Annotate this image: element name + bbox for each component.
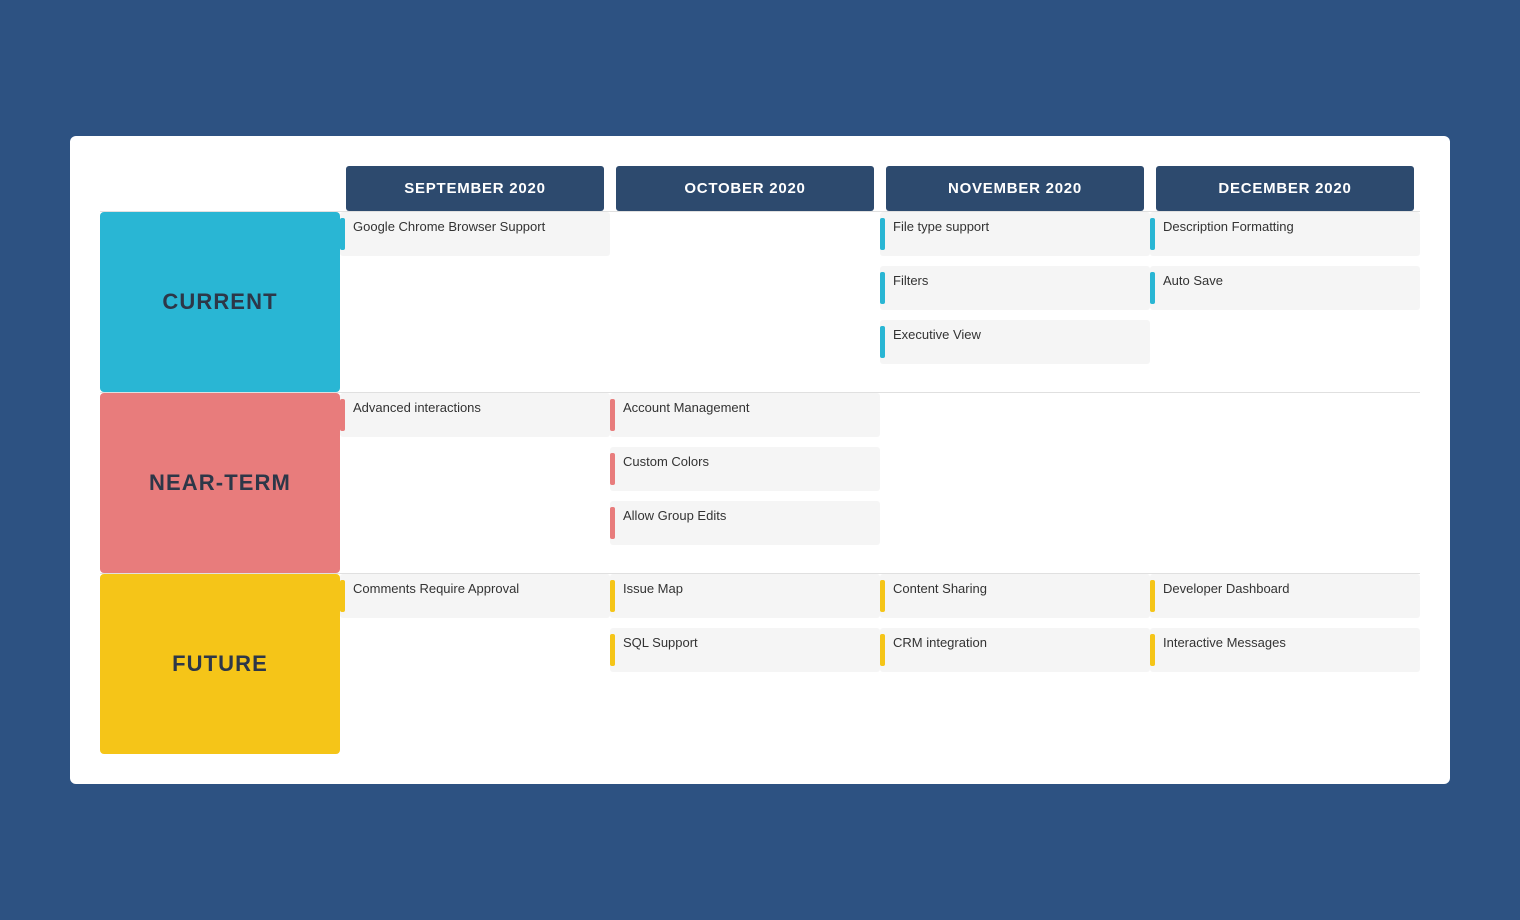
label-cell-current: CURRENT [100, 212, 340, 393]
items-cell-current-col2: File type support Filters Executive View [880, 212, 1150, 393]
items-cell-current-col1 [610, 212, 880, 393]
feature-bar-indicator [610, 399, 615, 431]
feature-label: Custom Colors [623, 453, 709, 471]
list-item: Advanced interactions [340, 393, 610, 437]
feature-bar-indicator [340, 580, 345, 612]
label-cell-future: FUTURE [100, 574, 340, 755]
label-box-near-term: NEAR-TERM [100, 393, 340, 573]
items-cell-near-term-col3 [1150, 393, 1420, 574]
label-box-future: FUTURE [100, 574, 340, 754]
feature-bar-indicator [880, 580, 885, 612]
feature-bar-indicator [880, 272, 885, 304]
feature-label: Advanced interactions [353, 399, 481, 417]
row-future: FUTURE Comments Require Approval Issue Map… [100, 574, 1420, 755]
list-item: Issue Map [610, 574, 880, 618]
row-current: CURRENT Google Chrome Browser Support File… [100, 212, 1420, 393]
label-cell-near-term: NEAR-TERM [100, 393, 340, 574]
list-item: File type support [880, 212, 1150, 256]
feature-bar-indicator [1150, 272, 1155, 304]
items-cell-near-term-col1: Account Management Custom Colors Allow Gro… [610, 393, 880, 574]
feature-label: SQL Support [623, 634, 698, 652]
outer-container: SEPTEMBER 2020 OCTOBER 2020 NOVEMBER 202… [40, 106, 1480, 814]
roadmap-table: SEPTEMBER 2020 OCTOBER 2020 NOVEMBER 202… [100, 166, 1420, 754]
feature-bar-indicator [340, 399, 345, 431]
month-col-oct: OCTOBER 2020 [610, 166, 880, 212]
feature-bar-indicator [1150, 580, 1155, 612]
list-item: Comments Require Approval [340, 574, 610, 618]
list-item: Account Management [610, 393, 880, 437]
list-item: Content Sharing [880, 574, 1150, 618]
feature-bar-indicator [610, 453, 615, 485]
items-cell-future-col0: Comments Require Approval [340, 574, 610, 755]
list-item: Google Chrome Browser Support [340, 212, 610, 256]
list-item: Allow Group Edits [610, 501, 880, 545]
items-cell-near-term-col0: Advanced interactions [340, 393, 610, 574]
roadmap-card: SEPTEMBER 2020 OCTOBER 2020 NOVEMBER 202… [70, 136, 1450, 784]
feature-label: Filters [893, 272, 928, 290]
feature-label: Account Management [623, 399, 749, 417]
month-col-sep: SEPTEMBER 2020 [340, 166, 610, 212]
items-cell-future-col2: Content Sharing CRM integration [880, 574, 1150, 755]
list-item: SQL Support [610, 628, 880, 672]
month-col-dec: DECEMBER 2020 [1150, 166, 1420, 212]
feature-label: Content Sharing [893, 580, 987, 598]
feature-bar-indicator [880, 326, 885, 358]
label-box-current: CURRENT [100, 212, 340, 392]
items-cell-near-term-col2 [880, 393, 1150, 574]
feature-label: File type support [893, 218, 989, 236]
feature-bar-indicator [340, 218, 345, 250]
feature-bar-indicator [880, 218, 885, 250]
items-cell-current-col0: Google Chrome Browser Support [340, 212, 610, 393]
list-item: Developer Dashboard [1150, 574, 1420, 618]
feature-label: Developer Dashboard [1163, 580, 1289, 598]
feature-label: Issue Map [623, 580, 683, 598]
month-header-nov: NOVEMBER 2020 [886, 166, 1144, 211]
month-header-dec: DECEMBER 2020 [1156, 166, 1414, 211]
list-item: Filters [880, 266, 1150, 310]
items-cell-future-col1: Issue Map SQL Support [610, 574, 880, 755]
row-near-term: NEAR-TERM Advanced interactions Account Ma… [100, 393, 1420, 574]
list-item: Interactive Messages [1150, 628, 1420, 672]
month-col-nov: NOVEMBER 2020 [880, 166, 1150, 212]
feature-bar-indicator [610, 580, 615, 612]
month-header-oct: OCTOBER 2020 [616, 166, 874, 211]
items-cell-current-col3: Description Formatting Auto Save [1150, 212, 1420, 393]
feature-bar-indicator [880, 634, 885, 666]
feature-label: Google Chrome Browser Support [353, 218, 545, 236]
month-header-sep: SEPTEMBER 2020 [346, 166, 604, 211]
feature-label: Comments Require Approval [353, 580, 519, 598]
list-item: CRM integration [880, 628, 1150, 672]
list-item: Custom Colors [610, 447, 880, 491]
feature-label: Executive View [893, 326, 981, 344]
feature-bar-indicator [610, 634, 615, 666]
feature-bar-indicator [610, 507, 615, 539]
list-item: Auto Save [1150, 266, 1420, 310]
header-empty-col [100, 166, 340, 212]
feature-label: Interactive Messages [1163, 634, 1286, 652]
feature-label: Allow Group Edits [623, 507, 726, 525]
feature-label: Auto Save [1163, 272, 1223, 290]
feature-bar-indicator [1150, 634, 1155, 666]
list-item: Description Formatting [1150, 212, 1420, 256]
feature-label: CRM integration [893, 634, 987, 652]
items-cell-future-col3: Developer Dashboard Interactive Messages [1150, 574, 1420, 755]
list-item: Executive View [880, 320, 1150, 364]
feature-label: Description Formatting [1163, 218, 1294, 236]
feature-bar-indicator [1150, 218, 1155, 250]
